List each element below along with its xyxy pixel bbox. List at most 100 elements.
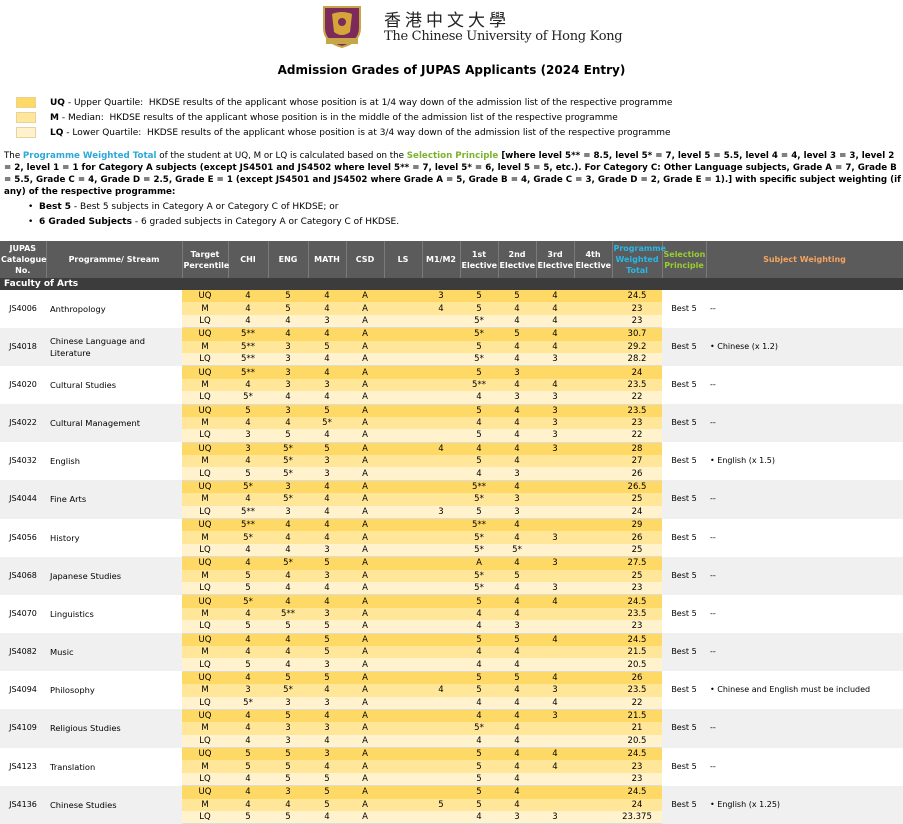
m1m2-cell (422, 518, 460, 532)
ls-cell (384, 404, 422, 417)
subject-weighting-cell: • English (x 1.25) (706, 785, 903, 824)
m1m2-cell: 4 (422, 302, 460, 315)
3rd-elective-cell: 3 (536, 429, 574, 443)
math-cell: 5 (308, 633, 346, 646)
legend-code: M (50, 112, 59, 123)
math-cell: 5 (308, 556, 346, 570)
table-body: Faculty of Arts JS4006 Anthropology UQ 4 5 4 A… (0, 278, 903, 824)
bullet-desc: - Best 5 subjects in Category A or Categ… (71, 202, 339, 212)
3rd-elective-cell: 3 (536, 684, 574, 697)
csd-cell: A (346, 811, 384, 824)
m1m2-cell (422, 772, 460, 787)
weighted-total-cell: 22 (612, 429, 662, 443)
3rd-elective-cell (536, 365, 574, 379)
eng-cell: 5 (268, 671, 308, 685)
ls-cell (384, 543, 422, 558)
m1m2-cell (422, 722, 460, 735)
4th-elective-cell (574, 442, 612, 456)
4th-elective-cell (574, 365, 612, 379)
target-percentile-cell: UQ (182, 747, 228, 761)
2nd-elective-cell: 5 (498, 290, 536, 303)
programme-name-cell: Japanese Studies (46, 556, 182, 595)
4th-elective-cell (574, 696, 612, 710)
chi-cell: 5** (228, 518, 268, 532)
m1m2-cell (422, 607, 460, 621)
chi-cell: 4 (228, 734, 268, 749)
target-percentile-cell: UQ (182, 518, 228, 532)
catalogue-no-cell: JS4032 (9, 456, 37, 466)
subject-weighting-cell: -- (706, 404, 903, 443)
ls-cell (384, 416, 422, 430)
3rd-elective-cell (536, 772, 574, 787)
table-row: JS4056 History UQ 5** 4 4 A 5** 4 29 Best 5 -- (0, 518, 903, 543)
m1m2-cell (422, 633, 460, 646)
target-percentile-cell: LQ (182, 772, 228, 787)
math-cell: 4 (308, 352, 346, 367)
3rd-elective-cell (536, 569, 574, 582)
4th-elective-cell (574, 314, 612, 329)
2nd-elective-cell: 4 (498, 594, 536, 608)
2nd-elective-cell: 4 (498, 734, 536, 749)
1st-elective-cell: 5* (460, 531, 498, 544)
target-percentile-cell: UQ (182, 709, 228, 723)
m1m2-cell (422, 569, 460, 582)
eng-cell: 4 (268, 594, 308, 608)
chi-cell: 5 (228, 404, 268, 417)
math-cell: 5 (308, 620, 346, 634)
m1m2-cell (422, 404, 460, 417)
math-cell: 4 (308, 493, 346, 506)
weighted-total-cell: 22 (612, 391, 662, 405)
weighted-total-cell: 21 (612, 722, 662, 735)
subject-weighting-cell: -- (710, 532, 716, 542)
4th-elective-cell (574, 620, 612, 634)
csd-cell: A (346, 352, 384, 367)
eng-cell: 5 (268, 772, 308, 787)
ls-cell (384, 518, 422, 532)
3rd-elective-cell: 3 (536, 581, 574, 596)
selection-principle-cell: Best 5 (671, 303, 697, 313)
selection-principle-cell: Best 5 (662, 480, 706, 519)
eng-cell: 5* (268, 684, 308, 697)
eng-cell: 3 (268, 378, 308, 392)
programme-name-cell: Cultural Management (46, 404, 182, 443)
target-percentile-cell: LQ (182, 391, 228, 405)
2nd-elective-cell: 4 (498, 455, 536, 468)
chi-cell: 5 (228, 760, 268, 773)
subject-weighting-cell: -- (710, 303, 716, 313)
ls-cell (384, 340, 422, 353)
weighted-total-cell: 28.2 (612, 352, 662, 367)
ls-cell (384, 607, 422, 621)
1st-elective-cell: 5 (460, 505, 498, 520)
3rd-elective-cell: 4 (536, 340, 574, 353)
page-title: Admission Grades of JUPAS Applicants (20… (277, 63, 626, 77)
m1m2-cell (422, 340, 460, 353)
math-cell: 5 (308, 645, 346, 659)
selection-principle-list: • Best 5 - Best 5 subjects in Category A… (28, 200, 399, 230)
m1m2-cell (422, 671, 460, 685)
csd-cell: A (346, 455, 384, 468)
weighted-total-cell: 29.2 (612, 340, 662, 353)
4th-elective-cell (574, 760, 612, 773)
eng-cell: 5 (268, 709, 308, 723)
csd-cell: A (346, 543, 384, 558)
programme-name-cell: Cultural Studies (50, 379, 117, 390)
2nd-elective-cell: 4 (498, 302, 536, 315)
catalogue-no-cell: JS4020 (9, 379, 37, 389)
selection-principle-cell: Best 5 (662, 785, 706, 824)
2nd-elective-cell: 4 (498, 531, 536, 544)
table-row: JS4018 Chinese Language and Literature UQ 5… (0, 327, 903, 366)
target-percentile-cell: LQ (182, 734, 228, 749)
legend-swatch-uq (16, 97, 36, 108)
4th-elective-cell (574, 416, 612, 430)
bullet-term: 6 Graded Subjects (39, 217, 132, 227)
catalogue-no-cell: JS4070 (9, 608, 37, 618)
m1m2-cell (422, 327, 460, 341)
2nd-elective-cell: 4 (498, 785, 536, 799)
m1m2-cell: 4 (422, 442, 460, 456)
bullet-desc: - 6 graded subjects in Category A or Cat… (131, 217, 400, 227)
math-cell: 5 (308, 798, 346, 812)
ls-cell (384, 594, 422, 608)
target-percentile-cell: M (182, 569, 228, 582)
chi-cell: 4 (228, 785, 268, 799)
ls-cell (384, 734, 422, 749)
